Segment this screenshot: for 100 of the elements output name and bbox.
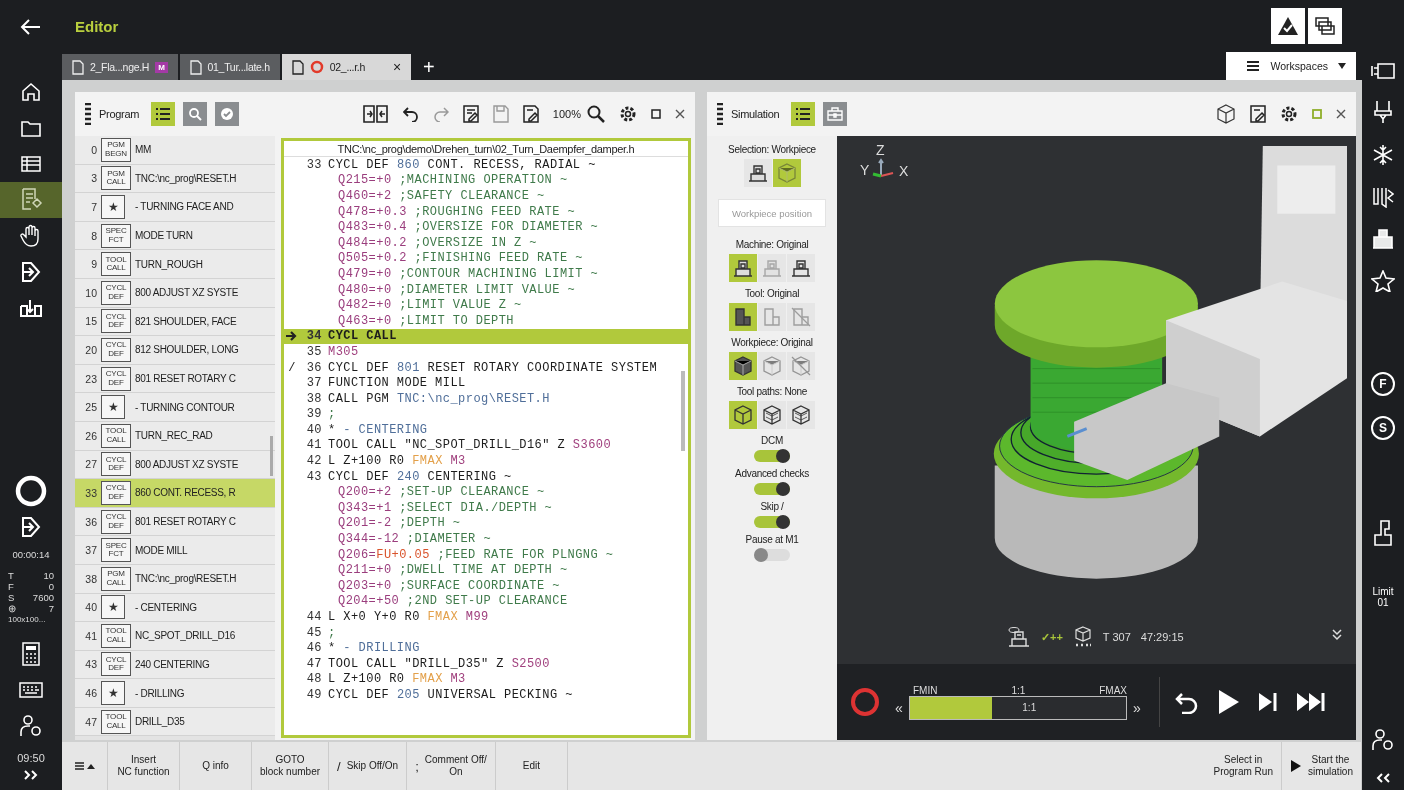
redo-icon[interactable] bbox=[432, 106, 449, 122]
search-button[interactable] bbox=[183, 102, 208, 126]
maximize-icon[interactable] bbox=[651, 109, 661, 119]
block-row[interactable]: 9 TOOL CALL TURN_ROUGH bbox=[75, 250, 275, 279]
probe-icon[interactable] bbox=[1374, 100, 1392, 124]
block-row[interactable]: 40 ★ - CENTERING bbox=[75, 593, 275, 623]
undo-icon[interactable] bbox=[402, 106, 419, 122]
play-icon[interactable] bbox=[1218, 689, 1240, 715]
block-row[interactable]: 36 CYCL DEF 801 RESET ROTARY C bbox=[75, 507, 275, 537]
edit-document-icon[interactable] bbox=[1250, 105, 1266, 123]
snowflake-icon[interactable] bbox=[1372, 144, 1394, 166]
toggle-switch[interactable] bbox=[754, 516, 790, 528]
block-row[interactable]: 33 CYCL DEF 860 CONT. RECESS, R bbox=[75, 479, 275, 508]
file-icon bbox=[72, 59, 84, 75]
ring-icon bbox=[14, 474, 48, 508]
skip-to-end-icon[interactable] bbox=[1296, 692, 1326, 712]
file-tab[interactable]: 2_Fla...nge.H M bbox=[62, 54, 178, 80]
toggle-switch[interactable] bbox=[754, 450, 790, 462]
machine-view-button[interactable] bbox=[787, 254, 815, 282]
block-row[interactable]: 37 SPEC FCT MODE MILL bbox=[75, 536, 275, 565]
double-chevron-right-icon bbox=[23, 769, 39, 781]
star-icon[interactable] bbox=[1371, 270, 1395, 292]
new-tab-button[interactable]: + bbox=[412, 54, 445, 80]
cube-view-icon[interactable] bbox=[1216, 104, 1236, 124]
toggle-switch[interactable] bbox=[754, 549, 790, 561]
faster-button[interactable]: » bbox=[1131, 699, 1143, 716]
block-number: 20 bbox=[84, 343, 97, 356]
spindle-override-button[interactable]: S bbox=[1371, 416, 1395, 440]
toolbox-button[interactable] bbox=[823, 102, 848, 126]
wire-view-button[interactable] bbox=[729, 401, 757, 429]
block-row[interactable]: 10 CYCL DEF 800 ADJUST XZ SYSTE bbox=[75, 278, 275, 308]
tools-icon[interactable] bbox=[1372, 186, 1394, 208]
block-row[interactable]: 47 TOOL CALL DRILL_D35 bbox=[75, 707, 275, 737]
drag-grip-icon[interactable] bbox=[717, 103, 723, 125]
softkey-button[interactable]: Q info bbox=[180, 742, 252, 790]
drag-grip-icon[interactable] bbox=[85, 103, 91, 125]
block-number: 47 bbox=[84, 715, 97, 728]
workspaces-dropdown[interactable]: Workspaces bbox=[1226, 52, 1356, 80]
block-row[interactable]: 20 CYCL DEF 812 SHOULDER, LONG bbox=[75, 336, 275, 365]
file-tab[interactable]: 02_...r.h × bbox=[281, 54, 411, 80]
machine-view-button[interactable] bbox=[729, 254, 757, 282]
close-icon[interactable] bbox=[675, 109, 685, 119]
speed-slider[interactable]: 1:1 bbox=[909, 695, 1127, 720]
file-tab[interactable]: 01_Tur...late.h bbox=[179, 54, 280, 80]
list-view-button[interactable] bbox=[791, 102, 816, 126]
softkey-button[interactable]: Start the simulation bbox=[1281, 742, 1362, 790]
simulation-viewport[interactable]: Z Y X ✓++ T 307 47:29:15 bbox=[837, 136, 1356, 664]
block-row[interactable]: 43 CYCL DEF 240 CENTERING bbox=[75, 650, 275, 680]
block-row[interactable]: 7 ★ - TURNING FACE AND bbox=[75, 193, 275, 222]
block-row[interactable]: 38 PGM CALL TNC:\nc_prog\RESET.H bbox=[75, 564, 275, 594]
block-row[interactable]: 15 CYCL DEF 821 SHOULDER, FACE bbox=[75, 307, 275, 337]
softkey-button[interactable]: Edit bbox=[495, 742, 568, 790]
machine-icon[interactable] bbox=[1372, 228, 1394, 250]
single-step-icon[interactable] bbox=[1258, 692, 1278, 712]
close-tab-button[interactable]: × bbox=[393, 59, 401, 75]
softkey-button[interactable]: GOTO block number bbox=[252, 742, 330, 790]
tool-view-button[interactable] bbox=[729, 303, 757, 331]
softkey-button[interactable]: Select in Program Run bbox=[1205, 742, 1282, 790]
block-row[interactable]: 0 PGM BEGN MM bbox=[75, 136, 275, 165]
save-as-icon[interactable] bbox=[522, 105, 539, 123]
reset-icon[interactable] bbox=[1174, 690, 1200, 714]
cube-view-button[interactable] bbox=[772, 159, 801, 187]
block-row[interactable]: 23 CYCL DEF 801 RESET ROTARY C bbox=[75, 364, 275, 394]
validate-button[interactable] bbox=[215, 102, 240, 126]
block-row[interactable]: 46 ★ - DRILLING bbox=[75, 679, 275, 708]
zoom-icon[interactable] bbox=[587, 105, 605, 123]
close-icon[interactable] bbox=[1336, 109, 1346, 119]
edit-document-icon[interactable] bbox=[462, 105, 479, 123]
scrollbar[interactable] bbox=[270, 436, 273, 476]
block-row[interactable]: 3 PGM CALL TNC:\nc_prog\RESET.H bbox=[75, 164, 275, 194]
wire-view-button[interactable] bbox=[787, 401, 815, 429]
workpiece-position-field[interactable]: Workpiece position bbox=[718, 199, 826, 227]
cube-view-button[interactable] bbox=[729, 352, 757, 380]
block-row[interactable]: 27 CYCL DEF 800 ADJUST XZ SYSTE bbox=[75, 450, 275, 480]
block-row[interactable]: 8 SPEC FCT MODE TURN bbox=[75, 221, 275, 251]
block-row[interactable]: 25 ★ - TURNING CONTOUR bbox=[75, 393, 275, 422]
code-text: Q478=+0.3 ;ROUGHING FEED RATE ~ bbox=[337, 204, 576, 219]
user-settings-icon[interactable] bbox=[1371, 728, 1395, 752]
double-chevron-down-icon[interactable] bbox=[1332, 629, 1342, 641]
block-row[interactable]: 26 TOOL CALL TURN_REC_RAD bbox=[75, 421, 275, 451]
settings-icon[interactable] bbox=[1280, 105, 1298, 123]
compare-icon[interactable] bbox=[362, 105, 389, 123]
settings-icon[interactable] bbox=[619, 105, 637, 123]
warning-check-icon bbox=[1277, 16, 1299, 36]
windows-button[interactable] bbox=[1308, 8, 1342, 44]
list-view-button[interactable] bbox=[151, 102, 176, 126]
block-row[interactable]: 41 TOOL CALL NC_SPOT_DRILL_D16 bbox=[75, 622, 275, 651]
softkey-button[interactable]: Insert NC function bbox=[108, 742, 180, 790]
scrollbar[interactable] bbox=[681, 371, 685, 451]
wire-view-button[interactable] bbox=[758, 401, 786, 429]
double-chevron-left-icon[interactable] bbox=[1375, 772, 1391, 784]
warning-check-button[interactable] bbox=[1271, 8, 1305, 44]
softkey-button[interactable]: / Skip Off/On bbox=[329, 742, 408, 790]
feed-override-button[interactable]: F bbox=[1371, 372, 1395, 396]
slower-button[interactable]: « bbox=[893, 699, 905, 716]
code-text: Q505=+0.2 ;FINISHING FEED RATE ~ bbox=[337, 251, 583, 266]
toggle-switch[interactable] bbox=[754, 483, 790, 495]
machine-view-button[interactable] bbox=[743, 159, 772, 187]
line-number: 36 bbox=[306, 360, 322, 375]
plug-icon[interactable] bbox=[1370, 62, 1396, 80]
